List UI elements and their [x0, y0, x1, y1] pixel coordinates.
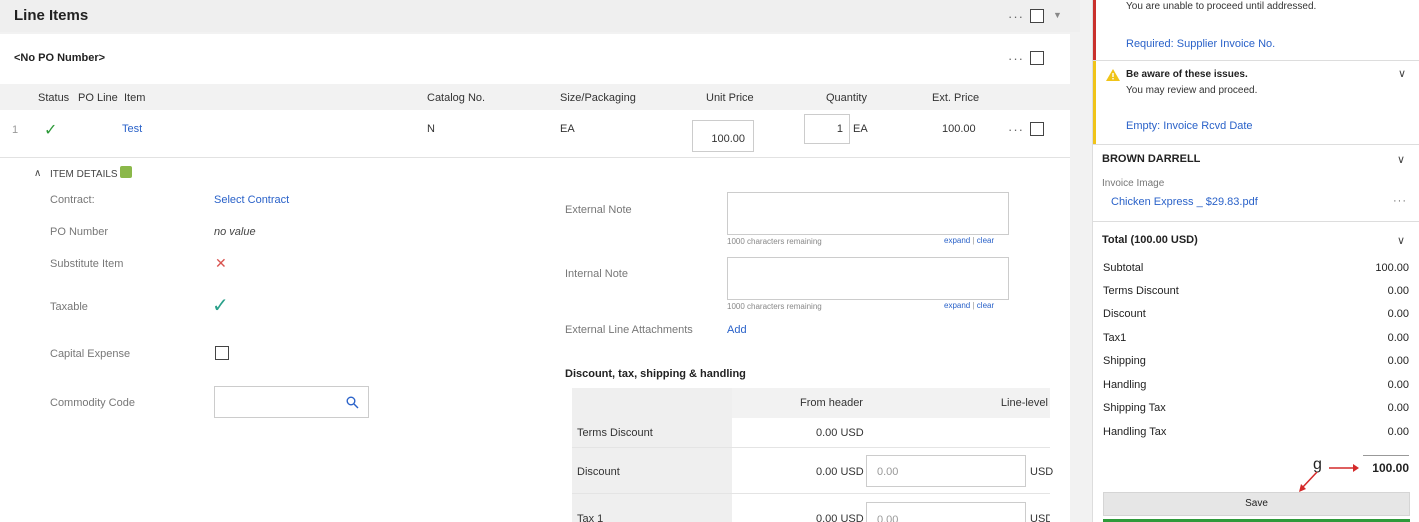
po-number-label: PO Number [50, 226, 109, 238]
internal-note-clear[interactable]: clear [977, 301, 994, 310]
table-row: Discount 0.00 USD 0.00 USD [572, 448, 1053, 494]
external-note-textarea[interactable] [727, 192, 1009, 235]
header-select-all-checkbox[interactable] [1030, 9, 1044, 23]
search-icon[interactable] [346, 396, 359, 409]
col-size: Size/Packaging [560, 92, 636, 104]
item-link[interactable]: Test [122, 123, 142, 135]
quantity-input[interactable]: 1 [804, 114, 850, 144]
po-card: <No PO Number> ··· Status PO Line Item C… [0, 34, 1070, 522]
col-status: Status [38, 92, 70, 104]
external-note-clear[interactable]: clear [977, 236, 994, 245]
chevron-down-icon[interactable]: ∨ [1397, 234, 1405, 247]
internal-note-label: Internal Note [565, 268, 628, 280]
quantity-unit: EA [853, 123, 868, 135]
warning-text: You may review and proceed. [1126, 85, 1258, 96]
commodity-code-label: Commodity Code [50, 397, 135, 409]
chevron-down-icon[interactable]: ▼ [1053, 10, 1062, 20]
po-number-value: no value [214, 226, 256, 238]
error-link[interactable]: Required: Supplier Invoice No. [1126, 38, 1275, 50]
warning-link[interactable]: Empty: Invoice Rcvd Date [1126, 120, 1253, 132]
col-item: Item [124, 92, 146, 104]
attachments-label: External Line Attachments [565, 324, 693, 336]
po-select-checkbox[interactable] [1030, 51, 1044, 65]
x-icon: ✕ [215, 255, 227, 271]
chevron-down-icon[interactable]: ∨ [1398, 67, 1406, 80]
line-table-header: Status PO Line Item Catalog No. Size/Pac… [0, 84, 1070, 110]
row-index: 1 [12, 124, 19, 136]
internal-note-expand[interactable]: expand [944, 301, 970, 310]
chevron-up-icon[interactable]: ∧ [34, 168, 41, 179]
invoice-file-link[interactable]: Chicken Express _ $29.83.pdf [1111, 196, 1258, 208]
check-icon: ✓ [44, 122, 58, 139]
attachments-add-link[interactable]: Add [727, 324, 747, 336]
external-note-expand[interactable]: expand [944, 236, 970, 245]
error-alert: You are unable to proceed until addresse… [1093, 0, 1419, 60]
capital-expense-label: Capital Expense [50, 348, 131, 360]
annotation-arrow-down-left-icon [1299, 471, 1318, 492]
external-note-remaining: 1000 characters remaining [727, 237, 822, 246]
col-po-line: PO Line [78, 92, 118, 104]
table-row: Terms Discount 0.00 USD [572, 418, 1050, 448]
total-divider [1363, 455, 1409, 456]
table-row: 1 ✓ Test N EA 100.00 1 EA 100.00 ··· [0, 110, 1070, 158]
col-unit-price: Unit Price [706, 92, 754, 104]
size-packaging: EA [560, 123, 575, 135]
dtsh-title: Discount, tax, shipping & handling [565, 368, 746, 380]
item-details-toggle[interactable]: ITEM DETAILS [50, 169, 118, 180]
header-more-icon[interactable]: ··· [1008, 9, 1024, 24]
error-text: You are unable to proceed until addresse… [1126, 1, 1317, 12]
tax1-input[interactable]: 0.00 [866, 502, 1026, 522]
supplier-name: BROWN DARRELL [1102, 153, 1201, 165]
row-select-checkbox[interactable] [1030, 122, 1044, 136]
save-button[interactable]: Save [1103, 492, 1410, 516]
col-quantity: Quantity [826, 92, 867, 104]
edit-details-icon[interactable] [120, 166, 132, 178]
warning-alert: Be aware of these issues. You may review… [1093, 61, 1419, 144]
internal-note-textarea[interactable] [727, 257, 1009, 300]
row-more-icon[interactable]: ··· [1008, 122, 1024, 137]
unit-price-input[interactable]: 100.00 [692, 120, 754, 152]
check-icon: ✓ [212, 295, 229, 317]
warning-icon [1106, 69, 1120, 81]
po-more-icon[interactable]: ··· [1008, 51, 1024, 66]
internal-note-remaining: 1000 characters remaining [727, 302, 822, 311]
invoice-image-label: Invoice Image [1102, 178, 1165, 189]
capital-expense-checkbox[interactable] [215, 346, 229, 360]
col-catalog: Catalog No. [427, 92, 486, 104]
invoice-more-icon[interactable]: ··· [1393, 195, 1407, 207]
dtsh-col-line-level: Line-level [1000, 397, 1048, 409]
chevron-down-icon[interactable]: ∨ [1397, 153, 1405, 166]
external-note-label: External Note [565, 204, 632, 216]
table-row: Tax 1 0.00 USD 0.00 USD [572, 494, 1050, 522]
select-contract-link[interactable]: Select Contract [214, 194, 289, 206]
po-title: <No PO Number> [14, 52, 106, 64]
warning-title: Be aware of these issues. [1126, 69, 1248, 80]
dtsh-col-from-header: From header [800, 397, 863, 409]
col-ext-price: Ext. Price [932, 92, 980, 104]
commodity-code-input[interactable] [214, 386, 369, 418]
line-items-area: Line Items ··· ▼ <No PO Number> ··· Stat… [0, 0, 1080, 522]
grand-total: 100.00 [1372, 461, 1409, 475]
summary-panel: You are unable to proceed until addresse… [1092, 0, 1419, 522]
catalog-no: N [427, 123, 435, 135]
line-items-header: Line Items ··· ▼ [0, 0, 1080, 32]
dtsh-header: From header Line-level [732, 388, 1050, 418]
ext-price: 100.00 [942, 123, 976, 135]
section-title: Line Items [14, 7, 89, 24]
discount-input[interactable]: 0.00 [866, 455, 1026, 487]
annotation-arrow-right-icon [1329, 464, 1359, 472]
total-title: Total (100.00 USD) [1102, 234, 1198, 246]
taxable-label: Taxable [50, 301, 88, 313]
contract-label: Contract: [50, 194, 95, 206]
substitute-label: Substitute Item [50, 258, 124, 270]
